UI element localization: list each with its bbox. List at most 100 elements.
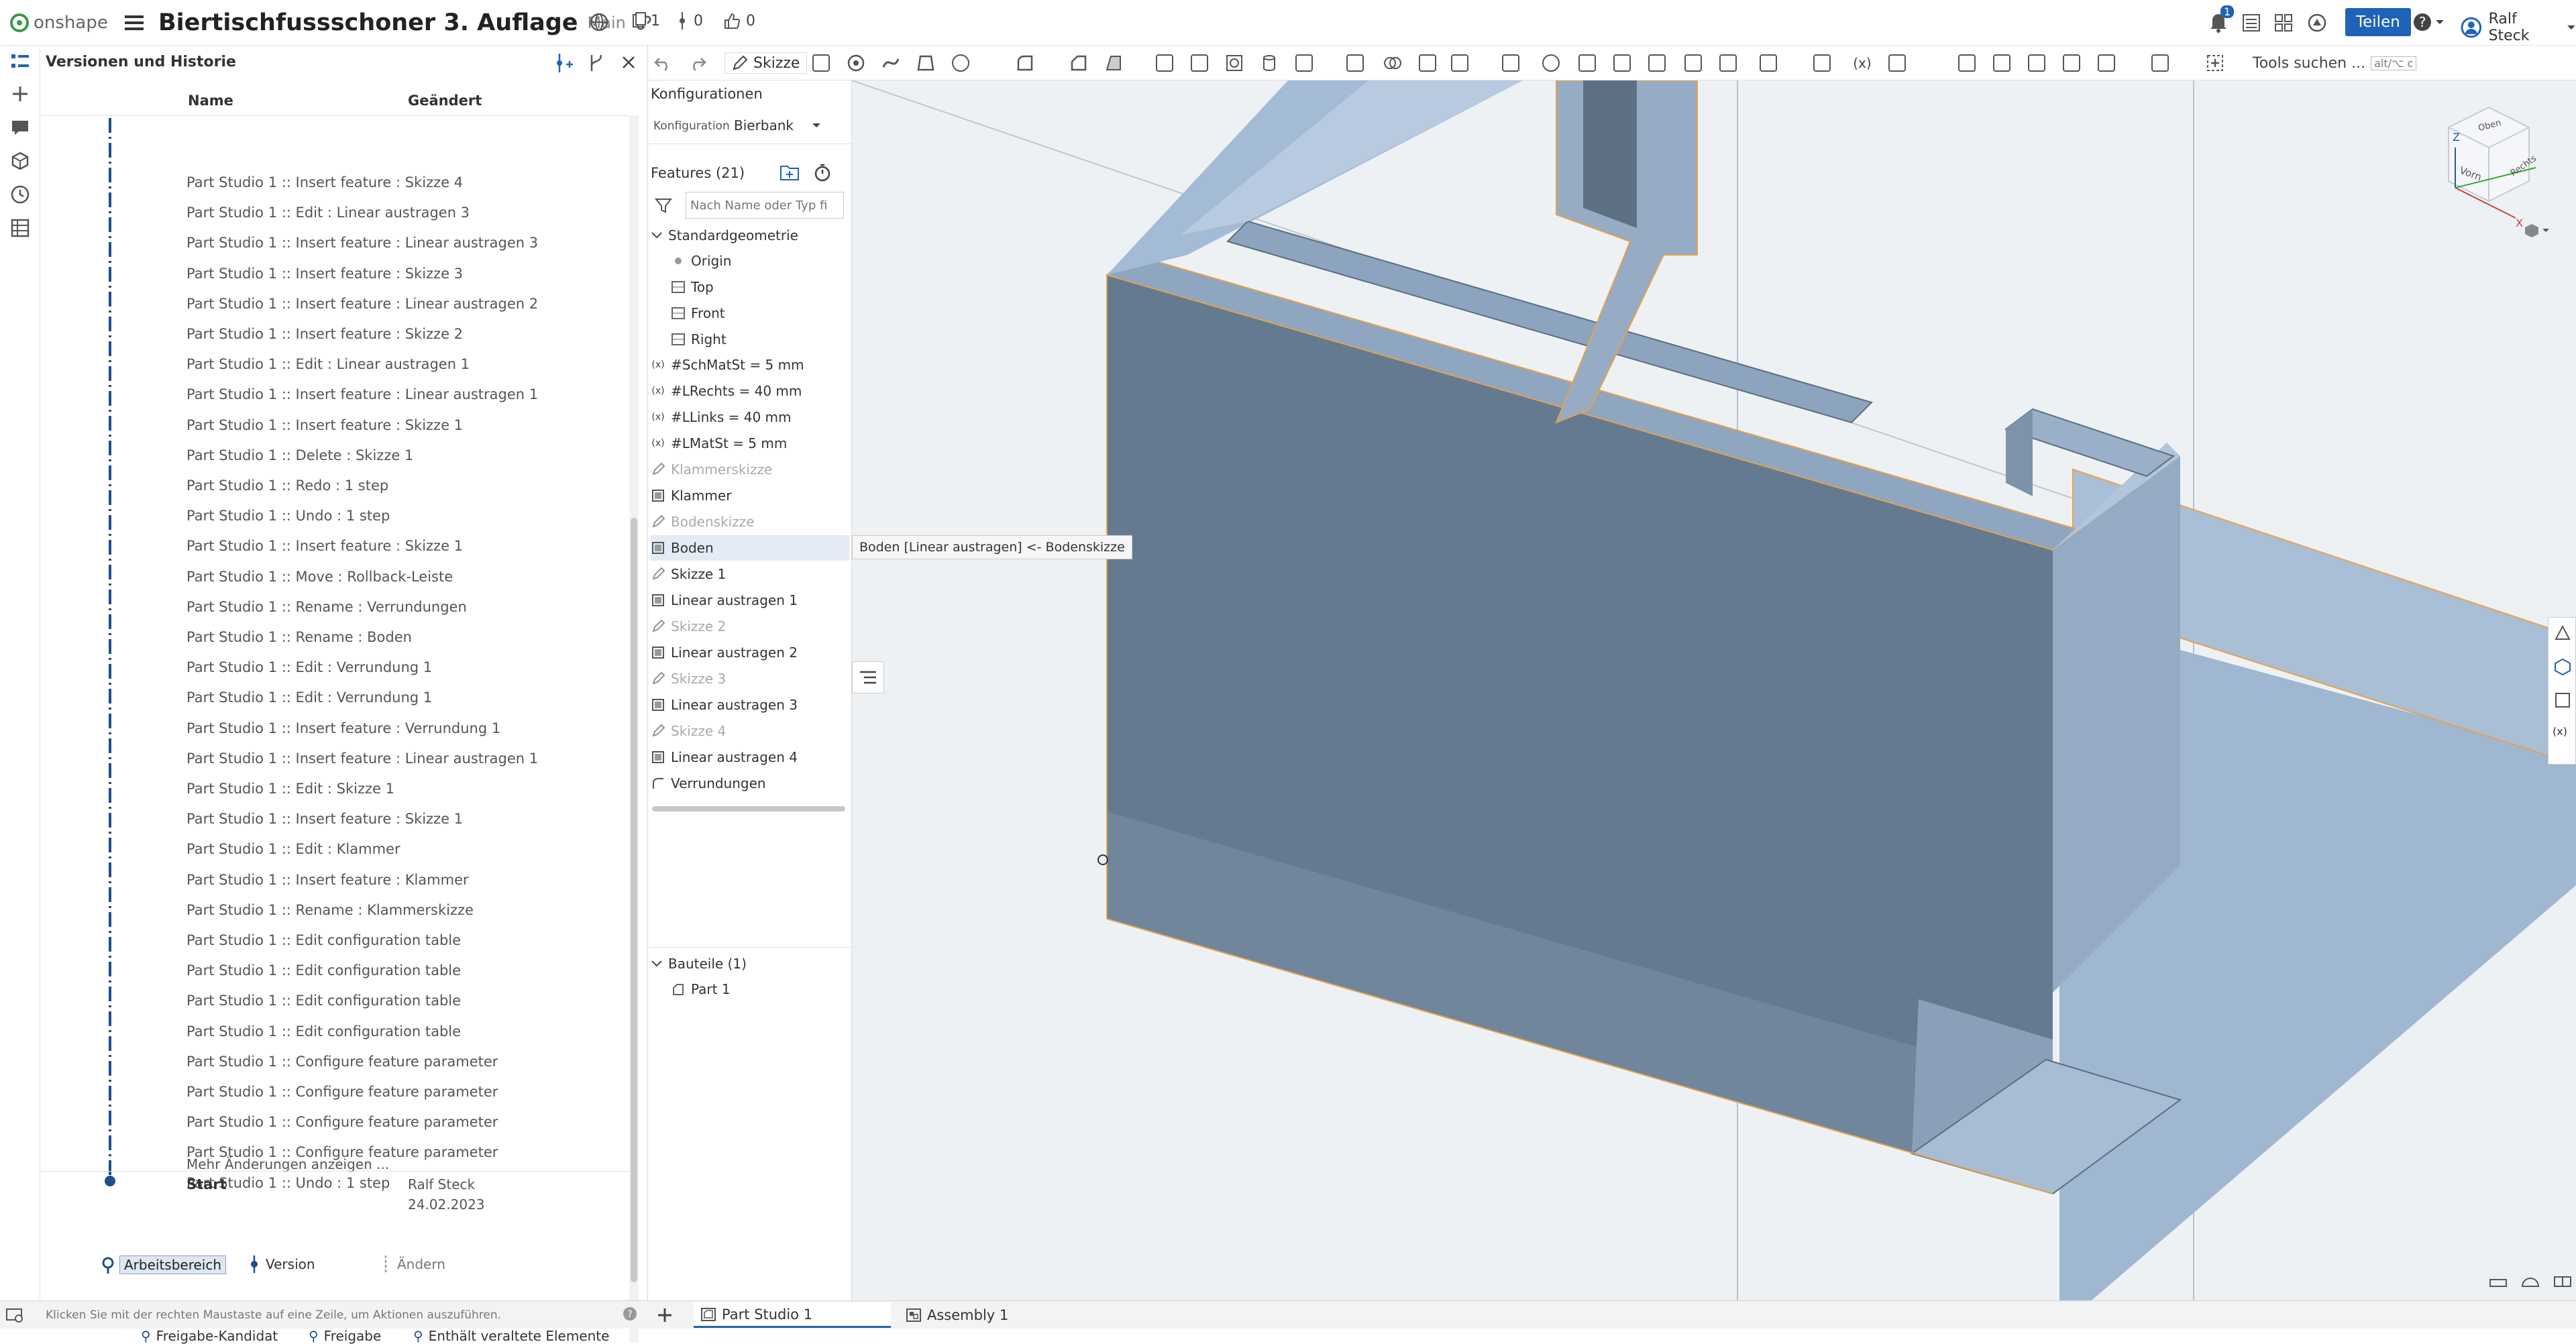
start-entry-label[interactable]: Start bbox=[186, 1176, 227, 1192]
feature-item[interactable]: Skizze 4 bbox=[651, 718, 849, 744]
history-scrollbar-thumb[interactable] bbox=[631, 518, 637, 1282]
close-panel-button[interactable] bbox=[620, 54, 637, 74]
history-entry[interactable]: Part Studio 1 :: Insert feature : Linear… bbox=[186, 750, 538, 767]
history-entry[interactable]: Part Studio 1 :: Rename : Boden bbox=[186, 629, 412, 645]
legend-workspace[interactable]: Arbeitsbereich bbox=[101, 1255, 227, 1274]
appearance-panel-button[interactable] bbox=[2554, 658, 2571, 678]
history-entry[interactable]: Part Studio 1 :: Configure feature param… bbox=[186, 1084, 498, 1100]
feature-item[interactable]: Verrundungen bbox=[651, 771, 849, 796]
feature-item[interactable]: (x) #LLinks = 40 mm bbox=[651, 404, 849, 430]
sketch-button[interactable]: Skizze bbox=[724, 52, 808, 74]
mass-properties-button[interactable] bbox=[2554, 624, 2571, 645]
wrap-tool[interactable] bbox=[2026, 52, 2047, 74]
feature-item[interactable]: Skizze 1 bbox=[651, 561, 849, 587]
helix-tool[interactable] bbox=[1758, 52, 1779, 74]
history-entry[interactable]: Part Studio 1 :: Edit : Linear austragen… bbox=[186, 205, 470, 221]
feature-item[interactable]: Skizze 3 bbox=[651, 666, 849, 691]
render-mode-button[interactable] bbox=[2521, 1274, 2540, 1292]
document-count[interactable]: 1 bbox=[632, 12, 660, 30]
draft-tool[interactable] bbox=[1103, 52, 1124, 74]
tab-part-studio[interactable]: Part Studio 1 bbox=[694, 1302, 891, 1328]
add-tab-button[interactable] bbox=[655, 1305, 675, 1328]
feature-item[interactable]: (x) #LMatSt = 5 mm bbox=[651, 431, 849, 456]
public-globe-button[interactable] bbox=[589, 12, 609, 32]
appearance-toggle[interactable] bbox=[9, 150, 31, 172]
help-small-icon[interactable]: ? bbox=[623, 1306, 637, 1324]
mate-connector-tool[interactable] bbox=[1717, 52, 1739, 74]
parts-folder[interactable]: Bauteile (1) bbox=[651, 951, 849, 976]
history-entry[interactable]: Part Studio 1 :: Insert feature : Skizze… bbox=[186, 174, 463, 190]
document-title[interactable]: Biertischfussschoner 3. Auflage bbox=[158, 9, 578, 36]
split-tool[interactable] bbox=[1417, 52, 1438, 74]
tab-assembly[interactable]: Assembly 1 bbox=[899, 1302, 1087, 1328]
feature-origin[interactable]: Origin bbox=[671, 248, 849, 274]
share-button[interactable]: Teilen bbox=[2345, 8, 2411, 36]
history-entry[interactable]: Part Studio 1 :: Insert feature : Skizze… bbox=[186, 417, 463, 433]
create-version-button[interactable] bbox=[553, 52, 574, 76]
cylinder-tool[interactable] bbox=[1258, 52, 1280, 74]
loft-tool[interactable] bbox=[915, 52, 936, 74]
curve-tool[interactable] bbox=[1811, 52, 1833, 74]
branch-button[interactable] bbox=[586, 52, 606, 76]
feature-item[interactable]: Boden bbox=[651, 535, 849, 561]
notifications-button[interactable]: 1 bbox=[2207, 5, 2235, 34]
configuration-select[interactable]: Bierbank bbox=[734, 114, 821, 137]
column-header-changed[interactable]: Geändert bbox=[408, 93, 482, 109]
tools-search[interactable]: Tools suchen ... alt/⌥ c bbox=[2253, 52, 2417, 74]
history-entry[interactable]: Part Studio 1 :: Configure feature param… bbox=[186, 1114, 498, 1130]
hamburger-menu-button[interactable] bbox=[125, 12, 144, 34]
feature-plane-front[interactable]: Front bbox=[671, 300, 849, 326]
history-toggle[interactable] bbox=[9, 184, 31, 205]
variables-panel-button[interactable]: (x) bbox=[2553, 725, 2567, 738]
frame-tool[interactable] bbox=[1956, 52, 1978, 74]
user-menu[interactable]: Ralf Steck bbox=[2461, 11, 2576, 44]
apps-grid-button[interactable] bbox=[2274, 13, 2293, 32]
move-face-tool[interactable] bbox=[1576, 52, 1598, 74]
feature-list-collapse-handle[interactable] bbox=[852, 661, 884, 693]
history-entry[interactable]: Part Studio 1 :: Edit : Verrundung 1 bbox=[186, 689, 432, 706]
view-options-button[interactable] bbox=[2524, 223, 2551, 241]
surface-tool[interactable] bbox=[1991, 52, 2012, 74]
feature-item[interactable]: Linear austragen 2 bbox=[651, 640, 849, 665]
column-header-name[interactable]: Name bbox=[188, 93, 233, 109]
feature-item[interactable]: (x) #LRechts = 40 mm bbox=[651, 378, 849, 404]
feature-item[interactable]: Linear austragen 3 bbox=[651, 692, 849, 718]
legend-release-candidate[interactable]: ⚲ Freigabe-Kandidat bbox=[141, 1328, 278, 1344]
section-view-button[interactable] bbox=[2553, 1274, 2572, 1292]
section-tool[interactable] bbox=[2061, 52, 2082, 74]
show-more-changes-link[interactable]: Mehr Änderungen anzeigen ... bbox=[186, 1156, 389, 1172]
history-entry[interactable]: Part Studio 1 :: Rename : Verrundungen bbox=[186, 599, 467, 615]
help-button[interactable]: ? bbox=[2412, 12, 2445, 32]
history-entry[interactable]: Part Studio 1 :: Insert feature : Skizze… bbox=[186, 538, 463, 554]
legend-obsolete[interactable]: ⚲ Enthält veraltete Elemente bbox=[413, 1328, 609, 1344]
rib-tool[interactable] bbox=[1154, 52, 1175, 74]
hole-tool[interactable] bbox=[1224, 52, 1245, 74]
sheet-metal-tool[interactable] bbox=[1886, 52, 1908, 74]
legend-release[interactable]: ⚲ Freigabe bbox=[309, 1328, 381, 1344]
shell-tool[interactable] bbox=[1189, 52, 1210, 74]
thicken-tool[interactable] bbox=[950, 52, 971, 74]
feature-list-scrollbar[interactable] bbox=[652, 806, 845, 811]
delete-part-tool[interactable] bbox=[1500, 52, 1521, 74]
like-count[interactable]: 0 bbox=[723, 12, 755, 30]
history-entry[interactable]: Part Studio 1 :: Edit configuration tabl… bbox=[186, 1023, 461, 1040]
modify-fillet-tool[interactable] bbox=[1540, 52, 1562, 74]
revolve-tool[interactable] bbox=[845, 52, 867, 74]
chamfer-tool[interactable] bbox=[1068, 52, 1089, 74]
feature-plane-right[interactable]: Right bbox=[671, 327, 849, 352]
part-model-render[interactable] bbox=[852, 80, 2576, 1300]
add-custom-feature-button[interactable] bbox=[2204, 52, 2226, 74]
history-entry[interactable]: Part Studio 1 :: Insert feature : Skizze… bbox=[186, 266, 463, 282]
history-entry[interactable]: Part Studio 1 :: Edit : Skizze 1 bbox=[186, 781, 394, 797]
part-item[interactable]: Part 1 bbox=[671, 976, 849, 1002]
history-entry[interactable]: Part Studio 1 :: Edit : Verrundung 1 bbox=[186, 659, 432, 675]
history-entry[interactable]: Part Studio 1 :: Move : Rollback-Leiste bbox=[186, 569, 453, 585]
history-entry[interactable]: Part Studio 1 :: Edit configuration tabl… bbox=[186, 993, 461, 1009]
transform-tool[interactable] bbox=[1449, 52, 1470, 74]
legend-change[interactable]: Ändern bbox=[381, 1255, 445, 1273]
feature-item[interactable]: Klammerskizze bbox=[651, 457, 849, 482]
feature-item[interactable]: Skizze 2 bbox=[651, 614, 849, 639]
origin-marker[interactable] bbox=[1097, 854, 1108, 865]
extrude-tool[interactable] bbox=[810, 52, 832, 74]
history-entry[interactable]: Part Studio 1 :: Insert feature : Linear… bbox=[186, 296, 538, 312]
